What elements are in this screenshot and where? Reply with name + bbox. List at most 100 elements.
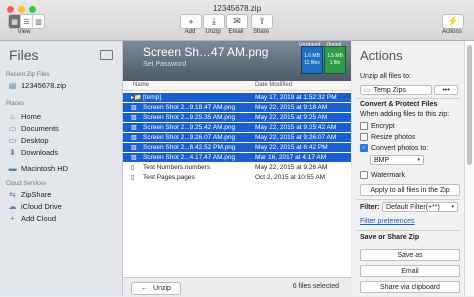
checkbox-box[interactable] — [360, 171, 368, 179]
table-row[interactable]: ▧ Screen Shot 2...4.17.47 AM.png Mar 16, 2… — [123, 153, 351, 162]
sidebar-title: Files — [9, 47, 39, 63]
file-name: Test Numbers.numbers — [143, 164, 211, 171]
view-label: View — [17, 29, 31, 35]
column-date[interactable]: Date Modified — [255, 82, 292, 88]
table-row[interactable]: ▯ Test Pages.pages Oct 2, 2015 at 10:55 AM — [123, 173, 351, 182]
file-name: Screen Shot 2...4.17.47 AM.png — [143, 154, 236, 161]
list-icon[interactable]: ☰ — [21, 15, 33, 28]
sidebar: Files Recent Zip Files ▤ 12345678.zip Pla… — [0, 41, 123, 296]
actions-toolbar-button[interactable]: ⚡ — [442, 14, 464, 29]
sidebar-item-desktop[interactable]: ▭ Desktop — [8, 136, 49, 145]
checkbox-label: Watermark — [371, 171, 405, 179]
unzip-button[interactable]: ← Unzip — [131, 282, 181, 295]
table-row[interactable]: ▧ Screen Shot 2...9.25.42 AM.png May 22, 2… — [123, 123, 351, 132]
plus-icon: + — [188, 16, 194, 27]
folder-icon: ▭ — [8, 124, 17, 133]
checkmark-icon[interactable]: ✓ — [360, 144, 368, 152]
column-header: Name Date Modified — [123, 81, 351, 91]
checkbox-label: Encrypt — [371, 122, 395, 130]
view-selector[interactable]: ▦ ☰ ▥ — [8, 14, 45, 29]
recent-header: Recent Zip Files — [6, 72, 50, 78]
sidebar-toggle-icon[interactable] — [100, 50, 113, 60]
divider — [356, 230, 460, 231]
table-row[interactable]: ▧ Screen Shot 2...6.42.52 PM.png May 22, 2… — [123, 143, 351, 152]
columns-icon[interactable]: ▥ — [33, 15, 44, 28]
document-icon: ▯ — [131, 165, 135, 171]
table-row[interactable]: ▸📁 [temp] May 17, 2019 at 1:52:32 PM — [123, 93, 351, 102]
toolbar: 12345678.zip ▦ ☰ ▥ View + Add ⤓ Unzip ✉ … — [0, 0, 474, 41]
file-name: Screen Shot 2...9.25.35 AM.png — [143, 114, 236, 121]
unzip-destination-select[interactable]: ▭ Temp Zips — [360, 85, 432, 95]
more-options-button[interactable]: ••• — [434, 85, 458, 95]
apply-all-button[interactable]: Apply to all files in the Zip — [360, 184, 460, 196]
table-row[interactable]: ▧ Screen Shot 2...9.25.35 AM.png May 22, 2… — [123, 113, 351, 122]
sidebar-item-home[interactable]: ⌂ Home — [8, 112, 41, 121]
sidebar-item-label: Documents — [21, 124, 59, 133]
image-file-icon: ▧ — [131, 105, 137, 111]
actions-title: Actions — [360, 48, 403, 63]
share-clipboard-button[interactable]: Share via clipboard — [360, 281, 460, 293]
unzip-button-label: Unzip — [153, 285, 171, 292]
file-date: May 17, 2019 at 1:52:32 PM — [255, 94, 337, 101]
table-row[interactable]: ▧ Screen Shot 2...9.18.47 AM.png May 22, 2… — [123, 103, 351, 112]
email-toolbar-button[interactable]: ✉ — [226, 14, 248, 29]
resize-checkbox[interactable]: Resize photos — [360, 133, 415, 141]
image-file-icon: ▧ — [131, 155, 137, 161]
scrollbar[interactable] — [464, 41, 474, 296]
set-password-link[interactable]: Set Password — [143, 61, 186, 68]
sidebar-item-label: Desktop — [21, 136, 49, 145]
desktop-icon: ▭ — [8, 136, 17, 145]
sidebar-item-documents[interactable]: ▭ Documents — [8, 124, 59, 133]
filter-preferences-link[interactable]: Filter preferences — [360, 218, 414, 225]
image-file-icon: ▧ — [131, 125, 137, 131]
scrollbar-thumb[interactable] — [467, 45, 472, 165]
home-icon: ⌂ — [10, 112, 15, 121]
file-date: May 22, 2015 at 9:18 AM — [255, 104, 328, 111]
sidebar-item-zipshare[interactable]: ⇆ ZipShare — [8, 190, 51, 199]
sidebar-item-label: iCloud Drive — [21, 202, 62, 211]
encrypt-checkbox[interactable]: Encrypt — [360, 122, 395, 130]
sidebar-item-recent-zip[interactable]: ▤ 12345678.zip — [8, 81, 66, 90]
sidebar-item-add-cloud[interactable]: + Add Cloud — [8, 214, 56, 223]
sidebar-item-label: Downloads — [21, 148, 59, 157]
document-icon: ▯ — [131, 175, 135, 181]
unzip-toolbar-button[interactable]: ⤓ — [203, 14, 225, 29]
file-name: Screen Shot 2...9.26.07 AM.png — [143, 134, 236, 141]
convert-header: Convert & Protect Files — [360, 101, 438, 108]
unzip-icon: ⤓ — [212, 16, 216, 26]
add-button[interactable]: + — [180, 14, 202, 29]
preview-header: Screen Sh…47 AM.png Set Password Unzippe… — [123, 41, 351, 81]
preview-filename: Screen Sh…47 AM.png — [143, 45, 269, 59]
convert-checkbox[interactable]: ✓ Convert photos to: — [360, 144, 428, 152]
file-name: Screen Shot 2...9.18.47 AM.png — [143, 104, 236, 111]
share-label: Share — [252, 29, 269, 35]
places-header: Places — [6, 101, 25, 107]
actions-label: Actions — [442, 29, 462, 35]
share-toolbar-button[interactable]: ⇪ — [251, 14, 273, 29]
email-button[interactable]: Email — [360, 265, 460, 277]
grid-icon[interactable]: ▦ — [9, 15, 21, 28]
column-name[interactable]: Name — [133, 82, 149, 88]
checkbox-box[interactable] — [360, 133, 368, 141]
sidebar-item-macintosh-hd[interactable]: ▬ Macintosh HD — [8, 164, 69, 173]
sidebar-item-icloud[interactable]: ☁ iCloud Drive — [8, 202, 62, 211]
file-name: Test Pages.pages — [143, 174, 195, 181]
file-date: May 22, 2015 at 9:26 AM — [255, 164, 328, 171]
watermark-checkbox[interactable]: Watermark — [360, 171, 405, 179]
filter-select[interactable]: Default Filter(+**) ▾ — [382, 202, 458, 212]
actions-panel: Actions Unzip all files to: ▭ Temp Zips •… — [352, 41, 464, 296]
sidebar-item-downloads[interactable]: ⬇ Downloads — [8, 148, 58, 157]
file-date: Oct 2, 2015 at 10:55 AM — [255, 174, 326, 181]
plus-icon: + — [10, 214, 15, 223]
table-row[interactable]: ▧ Screen Shot 2...9.26.07 AM.png May 22, 2… — [123, 133, 351, 142]
share-icon: ⇪ — [258, 16, 266, 26]
save-as-button[interactable]: Save as — [360, 249, 460, 261]
zip-file-icon: ▤ — [8, 81, 17, 90]
checkbox-box[interactable] — [360, 122, 368, 130]
sidebar-item-label: ZipShare — [21, 190, 52, 199]
table-row[interactable]: ▯ Test Numbers.numbers May 22, 2015 at 9:2… — [123, 163, 351, 172]
unzipped-size: 1.6 MB — [304, 53, 320, 59]
format-select[interactable]: BMP ▾ — [370, 155, 424, 165]
ellipsis-icon: ••• — [442, 86, 450, 94]
file-name: Screen Shot 2...6.42.52 PM.png — [143, 144, 236, 151]
